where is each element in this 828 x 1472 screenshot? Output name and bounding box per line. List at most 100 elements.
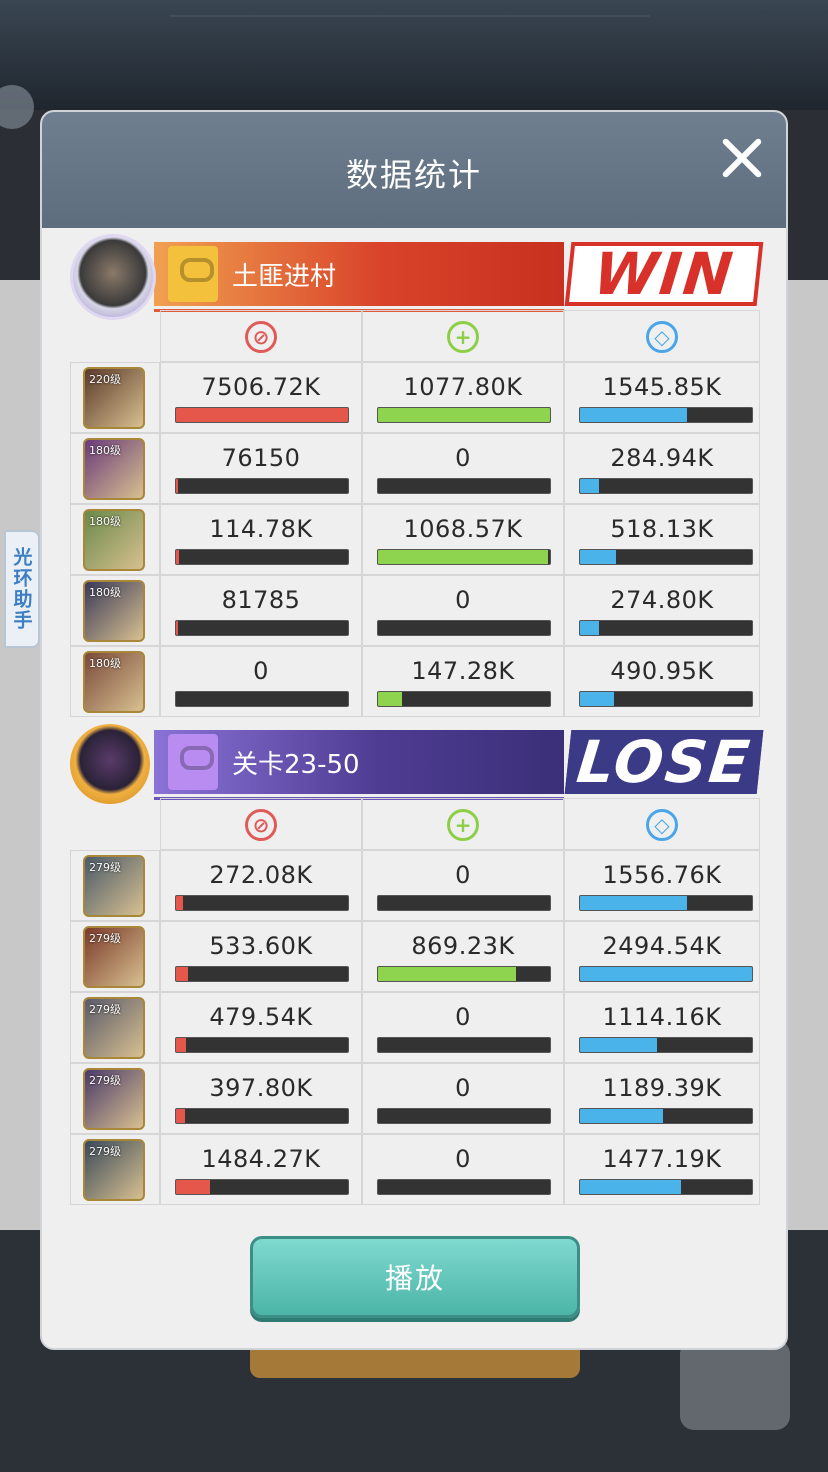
tank-cell: 1556.76K — [564, 850, 760, 921]
panel-header: 数据统计 — [42, 112, 786, 228]
tank-bar — [579, 691, 753, 707]
hero-cell: 180级 — [70, 575, 160, 646]
damage-bar-fill — [176, 896, 183, 910]
heal-value: 1077.80K — [403, 373, 523, 401]
stats-panel: 数据统计 土匪进村 WIN ⊘ + ◇ 220级 7506.72K 1077.80K… — [40, 110, 788, 1350]
heal-value: 0 — [455, 444, 471, 472]
shield-icon: ◇ — [646, 809, 678, 841]
hero-portrait[interactable]: 279级 — [83, 926, 145, 988]
heal-bar — [377, 1179, 551, 1195]
hero-portrait[interactable]: 220级 — [83, 367, 145, 429]
heal-value: 147.28K — [411, 657, 515, 685]
heal-cell: 0 — [362, 1063, 564, 1134]
heal-bar — [377, 691, 551, 707]
hero-level: 279级 — [89, 1003, 121, 1016]
hero-portrait[interactable]: 180级 — [83, 438, 145, 500]
hero-level: 279级 — [89, 932, 121, 945]
hero-stats-row: 220级 7506.72K 1077.80K 1545.85K — [70, 362, 760, 433]
heal-header: + — [362, 798, 564, 850]
tank-value: 1477.19K — [602, 1145, 722, 1173]
damage-cell: 81785 — [160, 575, 362, 646]
heal-cell: 147.28K — [362, 646, 564, 717]
tank-cell: 1545.85K — [564, 362, 760, 433]
hero-level: 180级 — [89, 657, 121, 670]
hero-level: 180级 — [89, 586, 121, 599]
panel-title: 数据统计 — [345, 156, 482, 194]
tank-bar — [579, 620, 753, 636]
play-button[interactable]: 播放 — [250, 1236, 580, 1318]
damage-value: 7506.72K — [201, 373, 321, 401]
hero-level: 220级 — [89, 373, 121, 386]
heal-cell: 0 — [362, 992, 564, 1063]
tank-cell: 1477.19K — [564, 1134, 760, 1205]
hero-portrait[interactable]: 180级 — [83, 509, 145, 571]
heal-bar — [377, 478, 551, 494]
hero-level: 279级 — [89, 861, 121, 874]
hero-portrait[interactable]: 279级 — [83, 1139, 145, 1201]
hero-cell: 279级 — [70, 850, 160, 921]
hero-portrait[interactable]: 180级 — [83, 580, 145, 642]
tank-bar — [579, 1037, 753, 1053]
close-button[interactable] — [718, 134, 766, 182]
damage-bar — [175, 895, 349, 911]
damage-header: ⊘ — [160, 798, 362, 850]
team1-stats-grid: ⊘ + ◇ 220级 7506.72K 1077.80K 1545.85K 180级 76… — [70, 310, 760, 717]
damage-cell: 114.78K — [160, 504, 362, 575]
tank-bar — [579, 1108, 753, 1124]
damage-value: 272.08K — [209, 861, 313, 889]
side-assistant-tab[interactable]: 光环助手 — [4, 530, 40, 648]
hero-cell: 180级 — [70, 504, 160, 575]
damage-bar — [175, 549, 349, 565]
tank-value: 2494.54K — [602, 932, 722, 960]
hero-stats-row: 279级 533.60K 869.23K 2494.54K — [70, 921, 760, 992]
tank-cell: 518.13K — [564, 504, 760, 575]
tank-bar-fill — [580, 1180, 682, 1194]
win-badge: WIN — [564, 240, 764, 308]
damage-cell: 7506.72K — [160, 362, 362, 433]
damage-bar — [175, 407, 349, 423]
damage-icon: ⊘ — [245, 321, 277, 353]
hero-stats-row: 180级 81785 0 274.80K — [70, 575, 760, 646]
tank-bar — [579, 478, 753, 494]
hero-cell: 279级 — [70, 921, 160, 992]
heal-cell: 1077.80K — [362, 362, 564, 433]
hero-cell: 279级 — [70, 1134, 160, 1205]
tank-bar-fill — [580, 479, 599, 493]
hero-portrait[interactable]: 279级 — [83, 855, 145, 917]
damage-cell: 397.80K — [160, 1063, 362, 1134]
tank-bar — [579, 549, 753, 565]
heal-bar — [377, 895, 551, 911]
damage-cell: 0 — [160, 646, 362, 717]
heal-header: + — [362, 310, 564, 362]
heal-bar-fill — [378, 408, 550, 422]
tank-bar-fill — [580, 550, 617, 564]
team2-stats-grid: ⊘ + ◇ 279级 272.08K 0 1556.76K 279级 533.60K 869… — [70, 798, 760, 1205]
heal-cell: 0 — [362, 1134, 564, 1205]
hero-cell: 279级 — [70, 1063, 160, 1134]
hero-portrait[interactable]: 180级 — [83, 651, 145, 713]
stats-header-row: ⊘ + ◇ — [70, 798, 760, 850]
hero-cell: 180级 — [70, 646, 160, 717]
hero-portrait[interactable]: 279级 — [83, 997, 145, 1059]
heal-value: 0 — [455, 586, 471, 614]
tank-bar — [579, 966, 753, 982]
tank-value: 1189.39K — [602, 1074, 722, 1102]
tank-bar-fill — [580, 621, 599, 635]
heal-bar-fill — [378, 692, 403, 706]
heal-icon: + — [447, 321, 479, 353]
tank-cell: 1189.39K — [564, 1063, 760, 1134]
damage-value: 0 — [253, 657, 269, 685]
hero-stats-row: 279级 272.08K 0 1556.76K — [70, 850, 760, 921]
player-avatar[interactable] — [70, 234, 156, 320]
hero-level: 279级 — [89, 1145, 121, 1158]
damage-bar-fill — [176, 550, 180, 564]
tank-value: 518.13K — [610, 515, 714, 543]
damage-bar-fill — [176, 479, 178, 493]
enemy-avatar[interactable] — [70, 724, 150, 804]
background-badge — [680, 1340, 790, 1430]
tank-bar-fill — [580, 1109, 663, 1123]
damage-cell: 533.60K — [160, 921, 362, 992]
hero-portrait[interactable]: 279级 — [83, 1068, 145, 1130]
damage-bar — [175, 620, 349, 636]
tank-cell: 2494.54K — [564, 921, 760, 992]
